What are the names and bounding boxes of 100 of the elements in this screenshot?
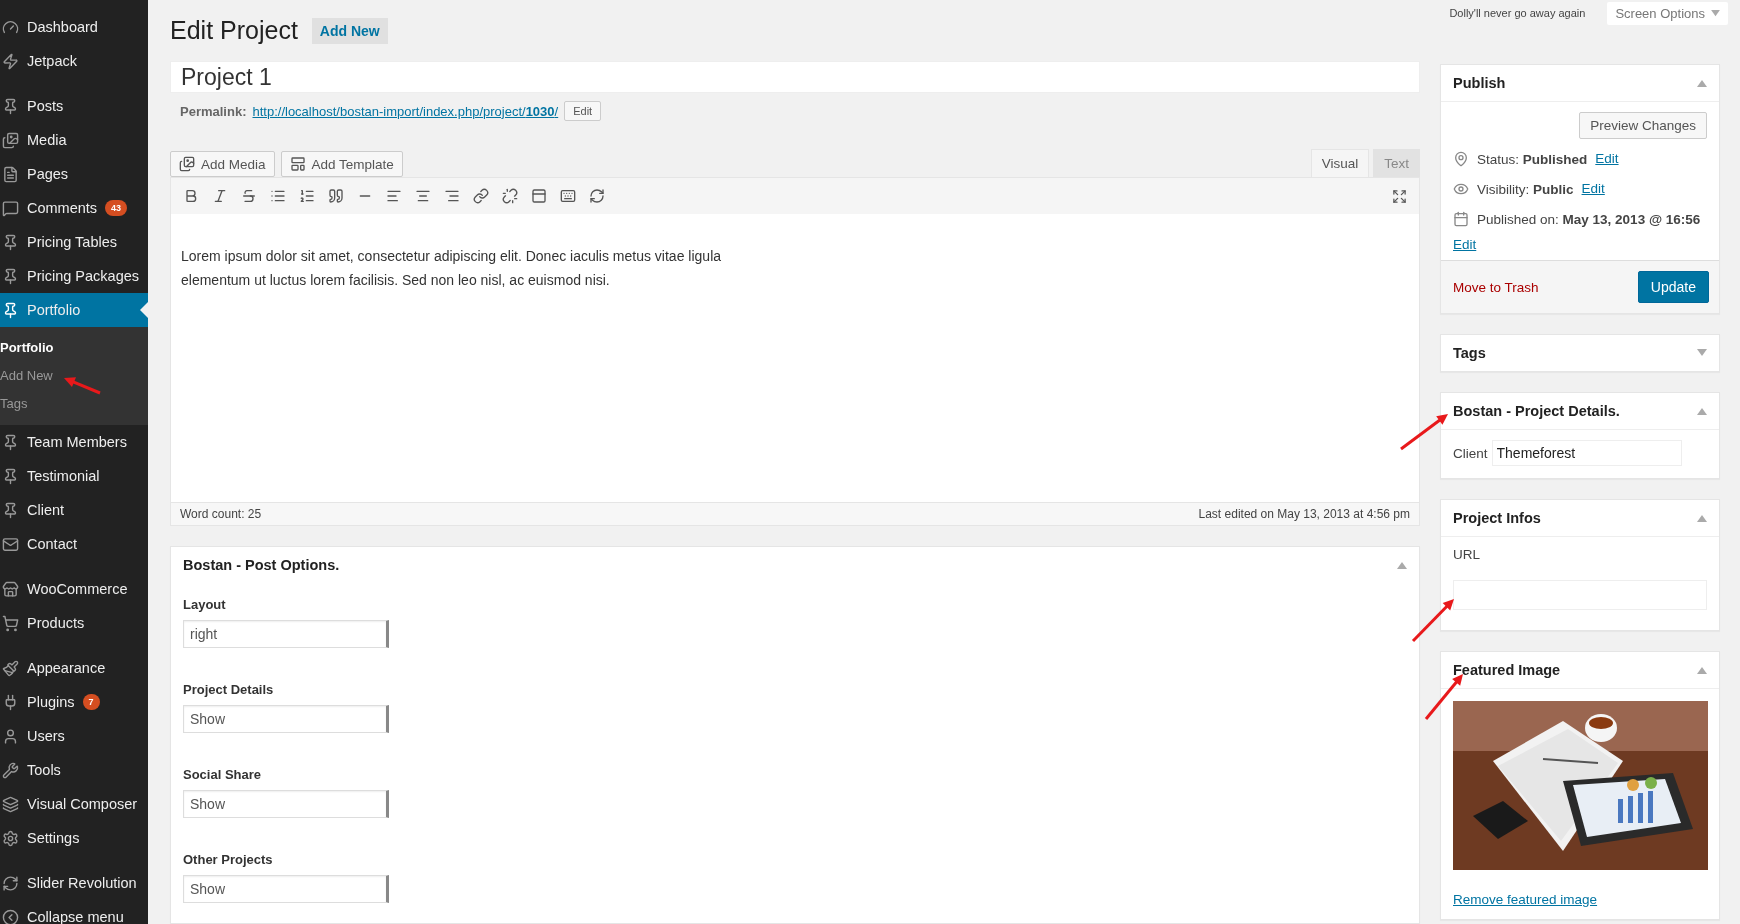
menu-item[interactable]: Users <box>0 719 148 753</box>
menu-icon <box>2 267 19 285</box>
submenu-item[interactable]: Tags <box>0 389 148 417</box>
select-field[interactable]: Show <box>183 875 389 903</box>
client-field[interactable]: Themeforest <box>1491 440 1682 466</box>
move-to-trash-link[interactable]: Move to Trash <box>1453 279 1539 295</box>
last-edited: Last edited on May 13, 2013 at 4:56 pm <box>1198 507 1410 521</box>
menu-icon <box>2 908 19 924</box>
menu-item[interactable]: Portfolio <box>0 293 148 327</box>
pin-icon <box>1453 151 1469 167</box>
menu-item[interactable]: Comments 43 <box>0 191 148 225</box>
numbered-list-icon[interactable] <box>299 188 315 205</box>
menu-icon <box>2 727 19 745</box>
permalink-link[interactable]: http://localhost/bostan-import/index.php/project/1030/ <box>252 103 559 119</box>
menu-item[interactable]: Media <box>0 123 148 157</box>
menu-item[interactable]: Posts <box>0 89 148 123</box>
menu-item[interactable]: Testimonial <box>0 459 148 493</box>
screen-options-button[interactable]: Screen Options <box>1607 1 1728 25</box>
menu-item[interactable]: Tools <box>0 753 148 787</box>
url-label: URL <box>1453 547 1481 562</box>
menu-item[interactable]: Products <box>0 606 148 640</box>
editor-text: Lorem ipsum dolor sit amet, consectetur adipiscing elit. Donec iaculis metus vitae ligula elementum ut luctus lorem facilisis. Sed non leo nisl, ac euismod nisi. <box>181 246 723 290</box>
menu-label: Posts <box>27 98 64 114</box>
menu-label: Plugins <box>27 694 75 710</box>
menu-icon <box>2 795 19 813</box>
menu-icon <box>2 614 19 632</box>
menu-label: Client <box>27 502 65 518</box>
media-icon <box>179 156 195 173</box>
title-field[interactable]: Project 1 <box>170 61 1420 94</box>
link-icon[interactable] <box>473 188 489 205</box>
template-icon <box>289 156 306 173</box>
menu-item[interactable]: Team Members <box>0 425 148 459</box>
strikethrough-icon[interactable] <box>241 188 257 205</box>
box-title: Bostan - Project Details. <box>1453 403 1620 419</box>
menu-item[interactable]: Pricing Packages <box>0 259 148 293</box>
count-badge: 43 <box>105 200 128 216</box>
menu-label: Products <box>27 615 85 631</box>
menu-icon <box>2 199 19 217</box>
menu-label: WooCommerce <box>27 581 128 597</box>
menu-item[interactable]: Appearance <box>0 651 148 685</box>
editor-area[interactable]: Lorem ipsum dolor sit amet, consectetur adipiscing elit. Donec iaculis metus vitae ligula elementum ut luctus lorem facilisis. Sed non leo nisl, ac euismod nisi. <box>170 213 1420 502</box>
menu-label: Dashboard <box>27 19 98 35</box>
unlink-icon[interactable] <box>502 188 518 205</box>
edit-link[interactable]: Edit <box>1453 237 1477 252</box>
add-template-button[interactable]: Add Template <box>280 151 403 178</box>
italic-icon[interactable] <box>212 188 228 205</box>
select-field[interactable]: Show <box>183 705 389 733</box>
menu-label: Pricing Packages <box>27 268 140 284</box>
field-label: Other Projects <box>183 852 274 867</box>
menu-icon <box>2 131 19 149</box>
field-label: Layout <box>183 597 227 612</box>
menu-item[interactable]: Jetpack <box>0 44 148 78</box>
menu-item[interactable]: Visual Composer <box>0 787 148 821</box>
menu-icon <box>2 874 19 892</box>
page-title: Edit Project <box>170 16 298 45</box>
menu-icon <box>2 535 19 553</box>
menu-icon <box>2 580 19 598</box>
menu-label: Testimonial <box>27 468 100 484</box>
menu-label: Jetpack <box>27 53 77 69</box>
editor-tab[interactable]: Visual <box>1310 149 1370 178</box>
permalink-label: Permalink: <box>180 103 247 119</box>
menu-icon <box>2 301 19 319</box>
menu-label: Media <box>27 132 67 148</box>
menu-item[interactable]: Plugins 7 <box>0 685 148 719</box>
eye-icon <box>1453 181 1469 197</box>
menu-item[interactable]: Pages <box>0 157 148 191</box>
update-button[interactable]: Update <box>1637 271 1709 303</box>
edit-link[interactable]: Edit <box>1595 151 1619 166</box>
select-field[interactable]: Show <box>183 790 389 818</box>
menu-item[interactable]: Settings <box>0 821 148 855</box>
submenu-item[interactable]: Portfolio <box>0 333 148 361</box>
submenu-item[interactable]: Add New <box>0 361 148 389</box>
menu-item[interactable]: Slider Revolution <box>0 866 148 900</box>
url-field[interactable] <box>1453 580 1707 610</box>
preview-changes-button[interactable]: Preview Changes <box>1579 112 1707 139</box>
bold-icon[interactable] <box>183 188 199 205</box>
select-field[interactable]: right <box>183 620 389 648</box>
box-title: Bostan - Post Options. <box>183 557 340 573</box>
box-title: Project Infos <box>1453 510 1541 526</box>
keyboard-icon[interactable] <box>560 188 576 205</box>
menu-icon <box>2 501 19 519</box>
menu-item[interactable]: WooCommerce <box>0 572 148 606</box>
edit-button[interactable]: Edit <box>564 101 602 122</box>
menu-icon <box>2 433 19 451</box>
menu-item[interactable]: Pricing Tables <box>0 225 148 259</box>
menu-item[interactable]: Contact <box>0 527 148 561</box>
refresh-icon[interactable] <box>589 188 605 205</box>
fullscreen-icon[interactable] <box>1392 188 1407 204</box>
remove-image-link[interactable]: Remove featured image <box>1453 892 1707 907</box>
notice-text: Dolly'll never go away again <box>1449 7 1586 19</box>
edit-link[interactable]: Edit <box>1581 181 1605 196</box>
add-media-button[interactable]: Add Media <box>170 151 275 178</box>
menu-label: Team Members <box>27 434 127 450</box>
menu-label: Contact <box>27 536 77 552</box>
menu-item[interactable]: Dashboard <box>0 10 148 44</box>
quote-icon[interactable] <box>328 188 344 205</box>
add-new-button[interactable]: Add New <box>311 17 388 44</box>
menu-icon <box>2 659 19 677</box>
menu-label: Pricing Tables <box>27 234 117 250</box>
menu-item[interactable]: Client <box>0 493 148 527</box>
